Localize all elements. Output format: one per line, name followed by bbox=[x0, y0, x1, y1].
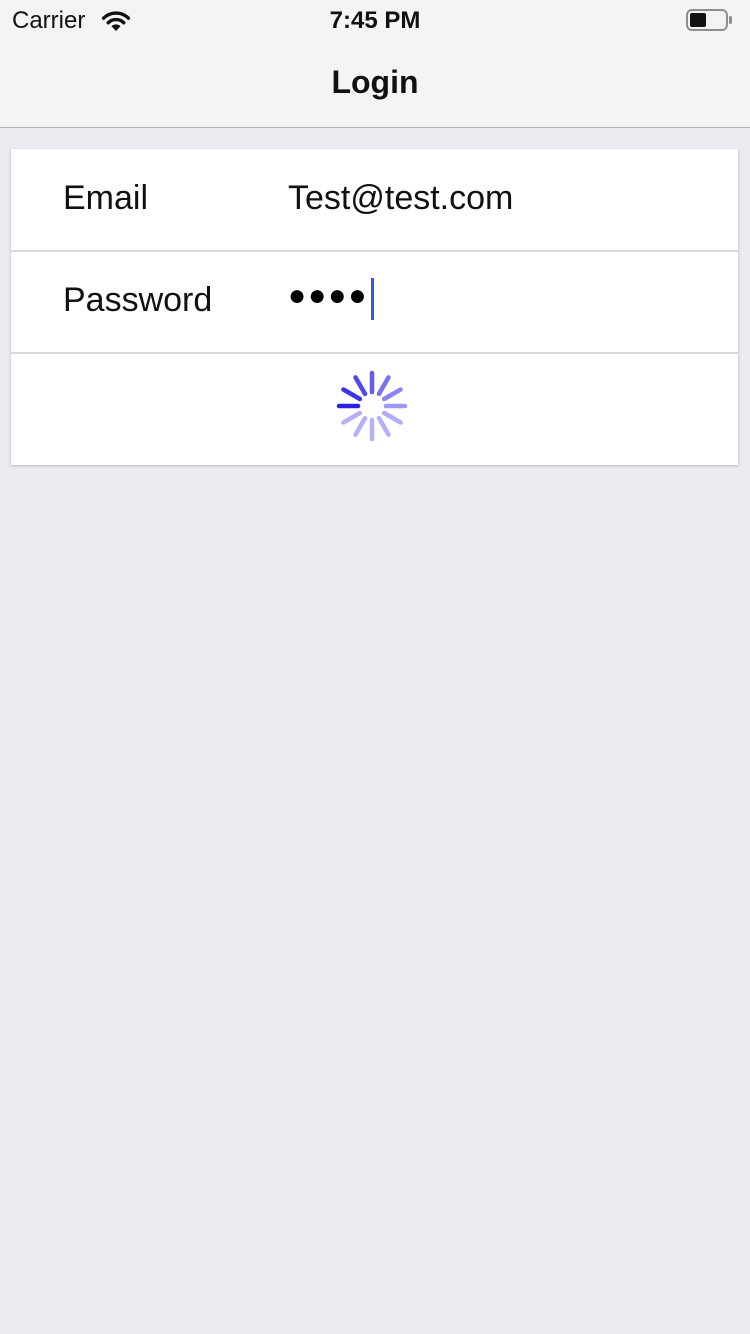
spinner-spoke bbox=[376, 415, 391, 437]
login-form: Email Test@test.com Password ●●●● bbox=[11, 149, 738, 465]
email-label: Email bbox=[63, 179, 149, 217]
spinner-spoke bbox=[353, 415, 368, 437]
spinner-spoke bbox=[353, 375, 368, 397]
navigation-bar: Login bbox=[0, 40, 750, 128]
spinner-spoke bbox=[381, 410, 403, 425]
text-cursor bbox=[371, 278, 374, 320]
email-row[interactable]: Email Test@test.com bbox=[11, 149, 738, 252]
spinner-spoke bbox=[381, 387, 403, 402]
password-label: Password bbox=[63, 281, 213, 319]
page-title: Login bbox=[331, 64, 419, 100]
spinner-spoke bbox=[341, 410, 363, 425]
status-time: 7:45 PM bbox=[329, 7, 421, 34]
spinner-spoke bbox=[341, 387, 363, 402]
status-bar: Carrier 7:45 PM bbox=[0, 0, 750, 40]
password-row[interactable]: Password ●●●● bbox=[11, 251, 738, 354]
battery-icon bbox=[686, 9, 732, 31]
email-field[interactable]: Test@test.com bbox=[288, 179, 513, 218]
spinner-spoke bbox=[376, 375, 391, 397]
password-field[interactable]: ●●●● bbox=[288, 279, 368, 313]
activity-indicator-icon bbox=[336, 370, 408, 442]
